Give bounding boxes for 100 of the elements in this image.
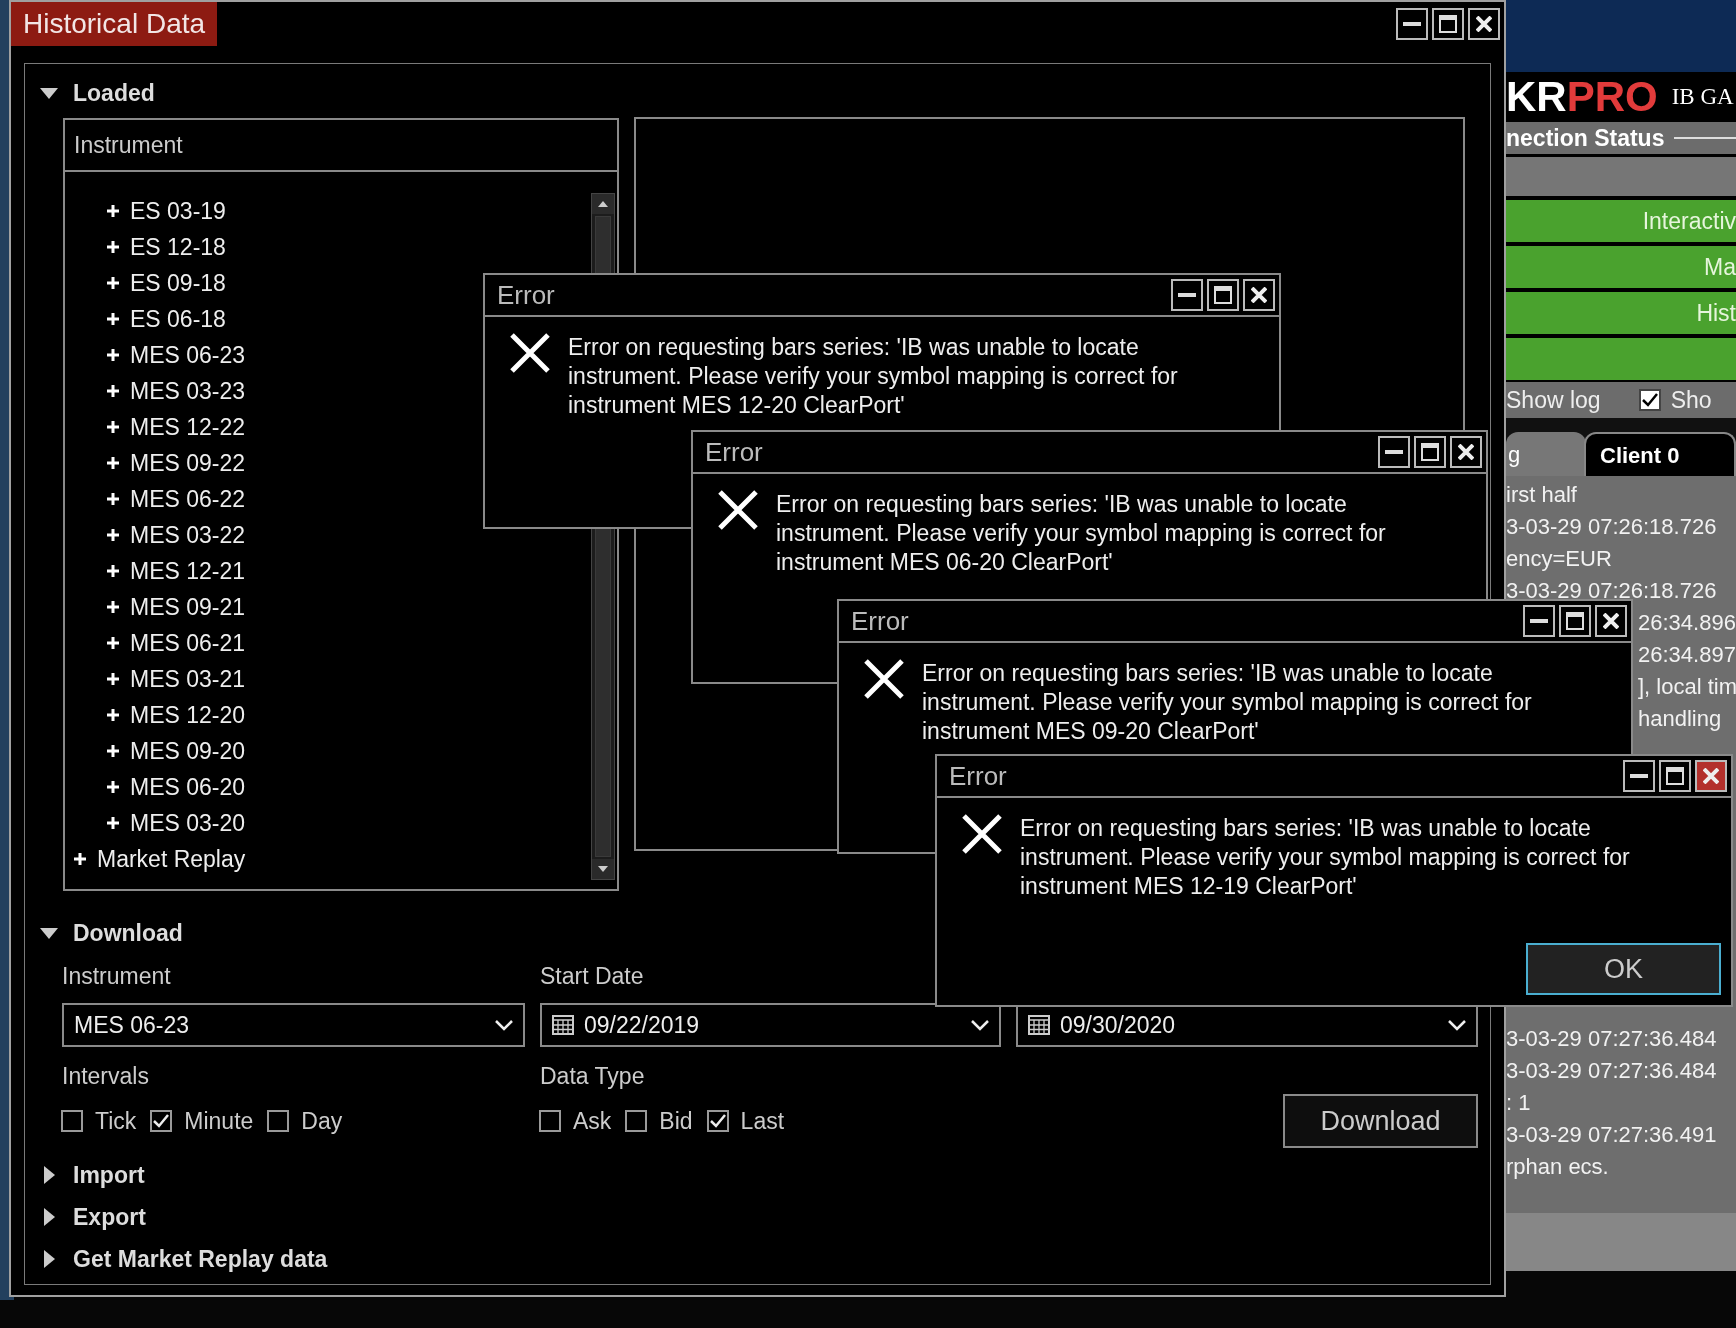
tree-item[interactable]: ES 12-18 xyxy=(65,229,226,265)
error-icon xyxy=(864,659,904,699)
scroll-down-button[interactable] xyxy=(592,859,614,879)
plus-icon xyxy=(107,637,119,649)
checkbox[interactable] xyxy=(267,1110,290,1132)
maximize-icon xyxy=(1214,286,1232,304)
checkbox[interactable] xyxy=(61,1110,83,1132)
tree-item[interactable]: ES 03-19 xyxy=(65,193,226,229)
section-header[interactable]: Import xyxy=(25,1154,145,1196)
plus-icon xyxy=(74,853,86,865)
minimize-icon xyxy=(1385,450,1403,454)
tree-item[interactable]: MES 09-20 xyxy=(65,733,246,769)
tree-item[interactable]: MES 12-22 xyxy=(65,409,246,445)
maximize-button[interactable] xyxy=(1414,436,1446,468)
tree-item[interactable]: MES 06-23 xyxy=(65,337,246,373)
field-label: Start Date xyxy=(540,962,645,991)
plus-icon xyxy=(107,349,119,361)
option-label: Sho xyxy=(1670,385,1712,415)
close-button[interactable] xyxy=(1595,605,1627,637)
tree-item[interactable]: MES 03-22 xyxy=(65,517,246,553)
log-line: handling xyxy=(1638,705,1722,733)
tree-item[interactable]: MES 06-20 xyxy=(65,769,246,805)
log-line: 3-03-29 07:26:18.726 xyxy=(1506,577,1717,605)
chevron-down-icon xyxy=(495,1019,513,1031)
field-label: Intervals xyxy=(62,1062,150,1091)
scroll-up-button[interactable] xyxy=(592,194,614,214)
tree-item[interactable]: MES 03-23 xyxy=(65,373,246,409)
maximize-button[interactable] xyxy=(1559,605,1591,637)
minimize-button[interactable] xyxy=(1623,760,1655,792)
expand-triangle-icon xyxy=(43,1166,55,1184)
log-line: ], local tim xyxy=(1638,673,1736,701)
close-button[interactable] xyxy=(1468,8,1500,40)
section-header[interactable]: Loaded xyxy=(25,72,155,114)
checkbox[interactable] xyxy=(625,1110,648,1132)
dropdown[interactable]: MES 06-23 xyxy=(62,1003,525,1047)
logo-text: KRPRO xyxy=(1506,76,1658,118)
log-line: ency=EUR xyxy=(1506,545,1612,573)
log-line: 26:34.897 xyxy=(1638,641,1736,669)
tree-item[interactable]: MES 06-21 xyxy=(65,625,246,661)
plus-icon xyxy=(107,205,119,217)
section-title: nection Status xyxy=(1506,123,1665,153)
section-header[interactable]: Download xyxy=(25,913,183,953)
column-header: Instrument xyxy=(65,120,617,172)
log-line: 3-03-29 07:27:36.484 xyxy=(1506,1025,1717,1053)
tree-item[interactable]: MES 12-21 xyxy=(65,553,246,589)
tab[interactable]: g xyxy=(1506,432,1586,476)
collapse-triangle-icon xyxy=(40,87,58,99)
error-message: Error on requesting bars series: 'IB was unable to locate instrument. Please verify your symbol mapping is correct for instrument MES 09-20 ClearPort' xyxy=(922,659,1533,746)
dropdown[interactable]: 09/22/2019 xyxy=(540,1003,1001,1047)
section-header[interactable]: Get Market Replay data xyxy=(25,1238,328,1280)
close-icon xyxy=(1476,16,1492,32)
plus-icon xyxy=(107,493,119,505)
expand-triangle-icon xyxy=(43,1250,55,1268)
checkbox[interactable] xyxy=(706,1110,729,1132)
plus-icon xyxy=(107,817,119,829)
plus-icon xyxy=(107,529,119,541)
tree-item[interactable]: MES 09-21 xyxy=(65,589,246,625)
tab[interactable]: Client 0 xyxy=(1584,432,1736,476)
tree-item[interactable]: Market Replay xyxy=(65,841,246,877)
subtitle-text: IB GA xyxy=(1671,82,1734,111)
tree-item[interactable]: MES 03-20 xyxy=(65,805,246,841)
tree-item[interactable]: MES 06-22 xyxy=(65,481,246,517)
close-button[interactable] xyxy=(1450,436,1482,468)
plus-icon xyxy=(107,385,119,397)
log-line: irst half xyxy=(1506,481,1577,509)
tree-item[interactable]: MES 09-22 xyxy=(65,445,246,481)
maximize-button[interactable] xyxy=(1432,8,1464,40)
minimize-icon xyxy=(1530,619,1548,623)
minimize-button[interactable] xyxy=(1523,605,1555,637)
ok-button[interactable]: OK xyxy=(1526,943,1721,995)
close-icon xyxy=(1458,444,1474,460)
field-label: Data Type xyxy=(540,1062,646,1091)
checkbox[interactable] xyxy=(539,1110,561,1132)
checkbox[interactable] xyxy=(1638,389,1661,411)
dialog-title: Error xyxy=(497,278,555,312)
minimize-button[interactable] xyxy=(1378,436,1410,468)
minimize-icon xyxy=(1630,774,1648,778)
minimize-button[interactable] xyxy=(1171,279,1203,311)
section-header[interactable]: Export xyxy=(25,1196,146,1238)
log-line: : 1 xyxy=(1506,1089,1531,1117)
calendar-icon xyxy=(552,1015,574,1035)
status-bar: Hist xyxy=(1506,292,1736,334)
close-button[interactable] xyxy=(1243,279,1275,311)
down-arrow-icon xyxy=(598,866,608,872)
checkmark-icon xyxy=(153,1114,170,1128)
tree-item[interactable]: MES 03-21 xyxy=(65,661,246,697)
checkmark-icon xyxy=(1641,393,1658,407)
tree-item[interactable]: MES 12-20 xyxy=(65,697,246,733)
minimize-icon xyxy=(1403,22,1421,26)
maximize-button[interactable] xyxy=(1659,760,1691,792)
tree-item[interactable]: ES 09-18 xyxy=(65,265,226,301)
plus-icon xyxy=(107,241,119,253)
minimize-button[interactable] xyxy=(1396,8,1428,40)
download-button[interactable]: Download xyxy=(1283,1094,1478,1148)
tree-item[interactable]: ES 06-18 xyxy=(65,301,226,337)
maximize-button[interactable] xyxy=(1207,279,1239,311)
field-label: Instrument xyxy=(62,962,172,991)
window-title: Historical Data xyxy=(11,2,218,46)
checkbox[interactable] xyxy=(150,1110,173,1132)
plus-icon xyxy=(107,709,119,721)
